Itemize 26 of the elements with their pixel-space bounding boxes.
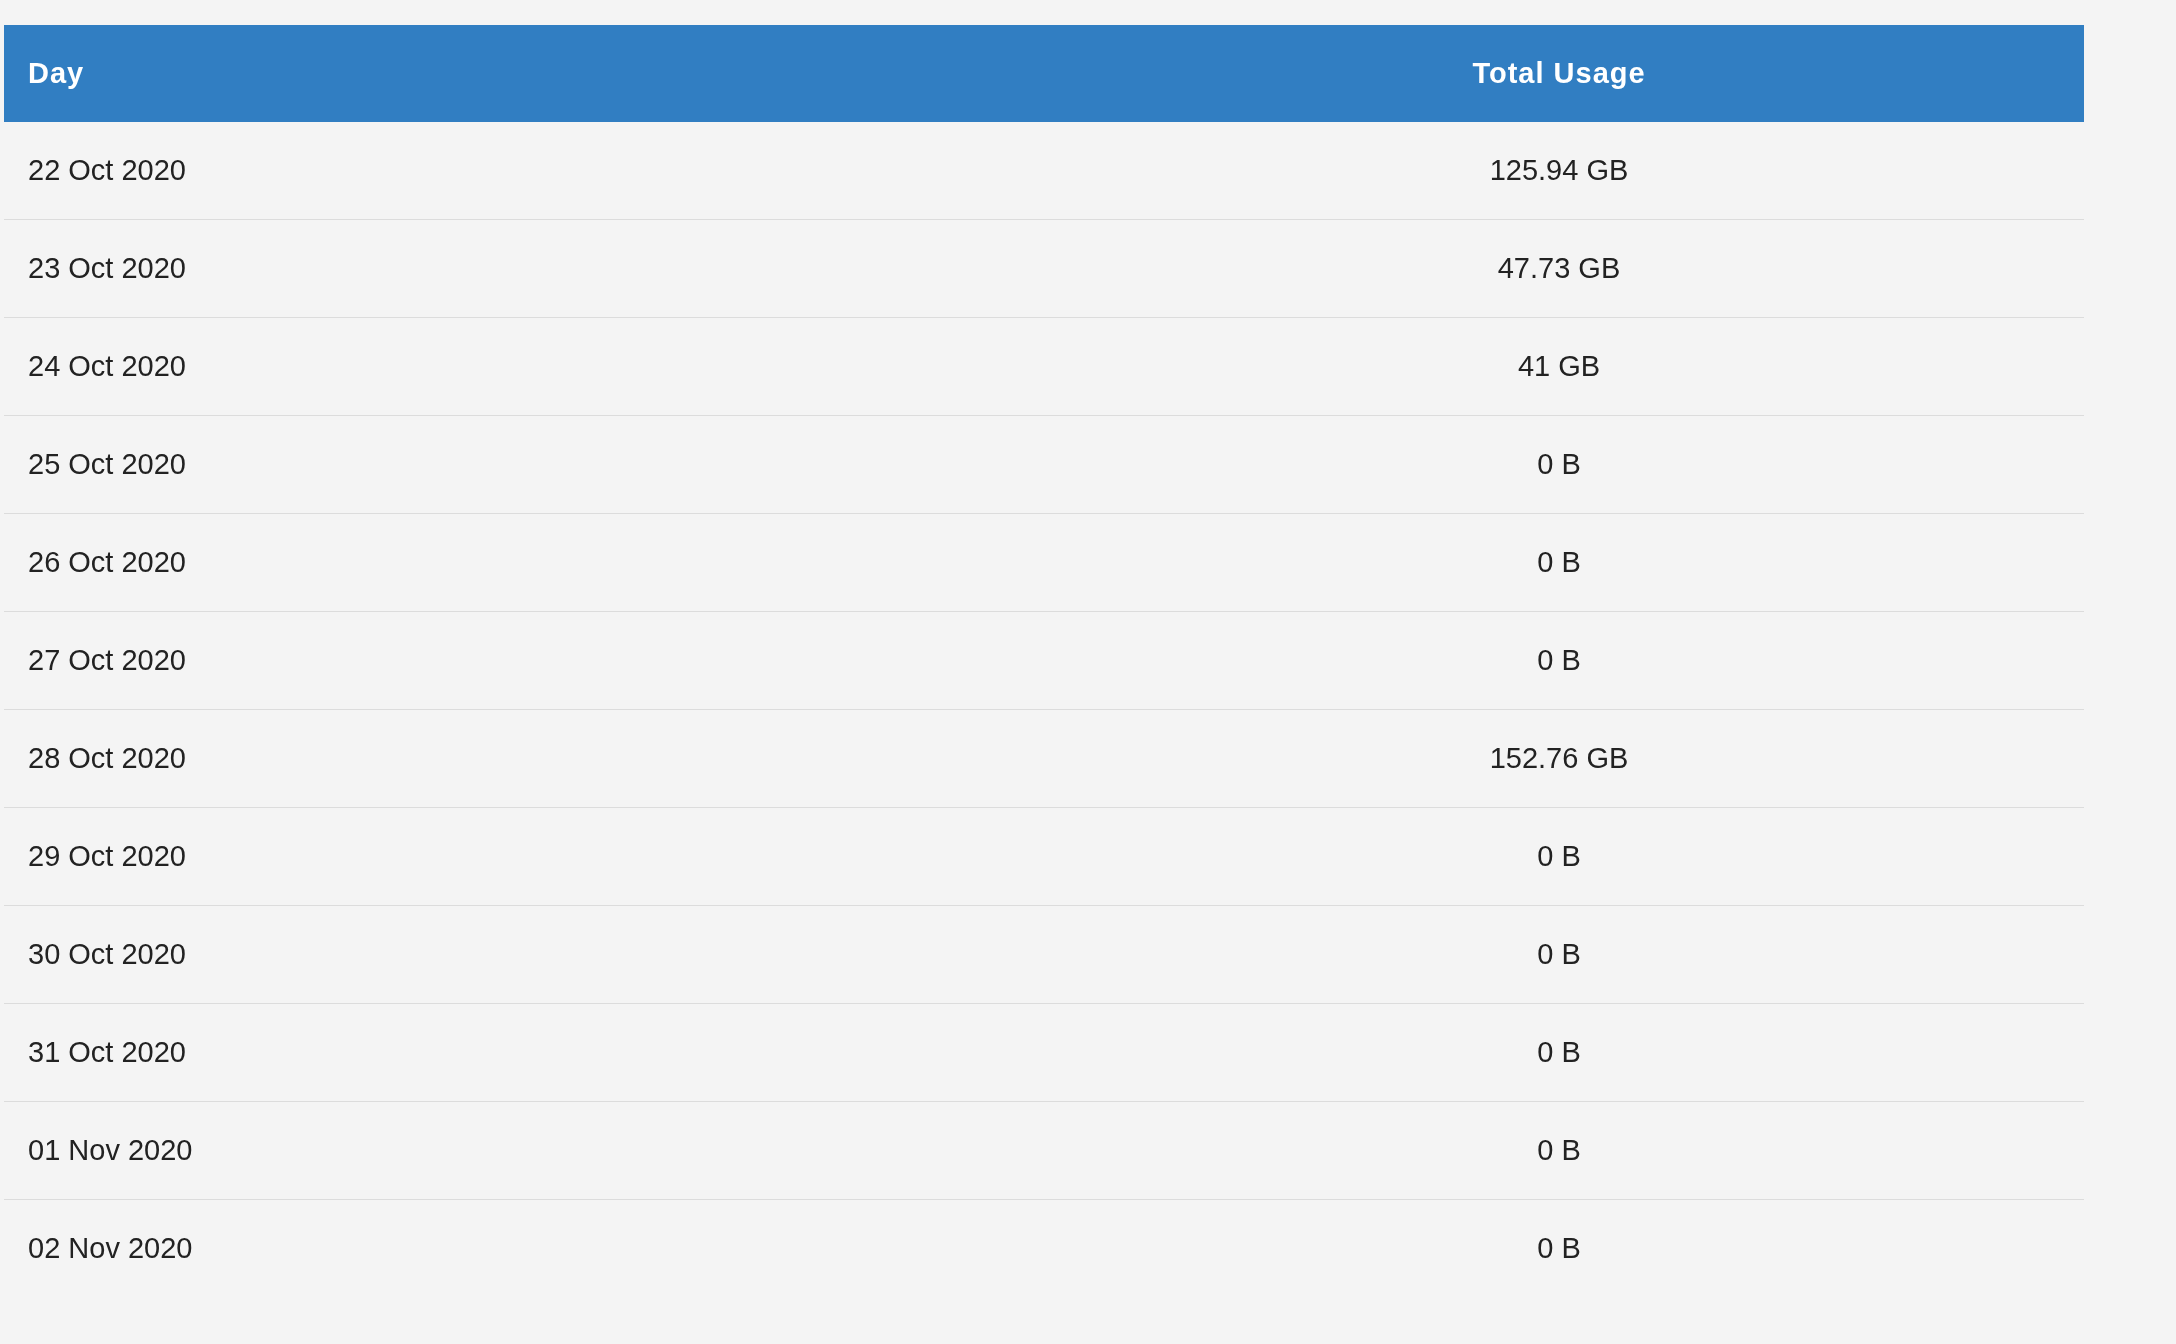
day-cell: 29 Oct 2020 (28, 840, 186, 873)
column-header: Day (28, 57, 85, 90)
usage-cell: 0 B (1537, 546, 1581, 579)
day-cell: 28 Oct 2020 (28, 742, 186, 775)
day-cell: 30 Oct 2020 (28, 938, 186, 971)
usage-cell: 0 B (1537, 448, 1581, 481)
day-cell: 25 Oct 2020 (28, 448, 186, 481)
usage-cell: 41 GB (1517, 350, 1601, 383)
day-cell: 31 Oct 2020 (28, 1036, 186, 1069)
usage-cell: 125.94 GB (1489, 154, 1629, 187)
day-cell: 22 Oct 2020 (28, 154, 186, 187)
usage-cell: 0 B (1537, 1134, 1581, 1167)
usage-cell: 152.76 GB (1489, 742, 1629, 775)
usage-cell: 0 B (1537, 938, 1581, 971)
day-cell: 24 Oct 2020 (28, 350, 186, 383)
day-cell: 23 Oct 2020 (28, 252, 186, 285)
day-cell: 27 Oct 2020 (28, 644, 186, 677)
usage-cell: 0 B (1537, 1232, 1581, 1265)
usage-cell: 47.73 GB (1497, 252, 1621, 285)
day-cell: 01 Nov 2020 (28, 1134, 193, 1167)
day-cell: 02 Nov 2020 (28, 1232, 193, 1265)
usage-cell: 0 B (1537, 840, 1581, 873)
usage-cell: 0 B (1537, 1036, 1581, 1069)
day-cell: 26 Oct 2020 (28, 546, 186, 579)
column-header: Total Usage (1472, 57, 1646, 90)
usage-cell: 0 B (1537, 644, 1581, 677)
